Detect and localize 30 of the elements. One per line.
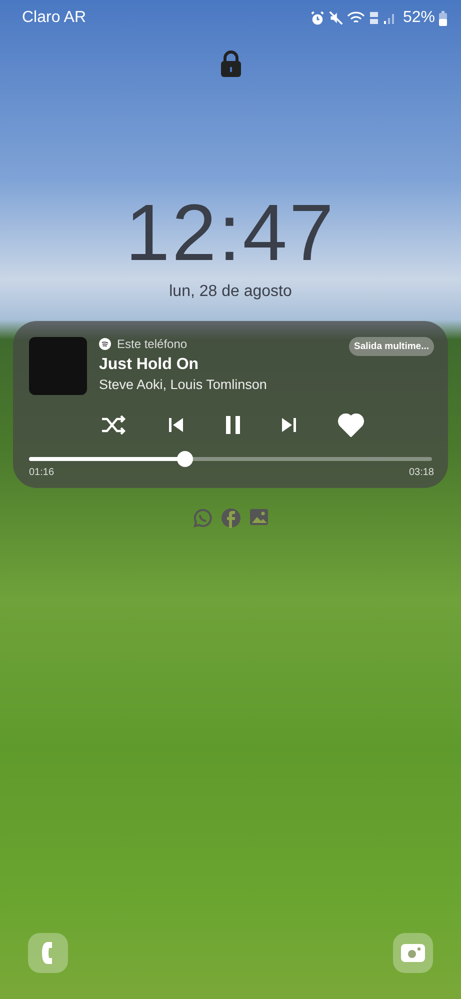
picture-icon: [248, 508, 268, 526]
alarm-icon: [310, 10, 325, 26]
mute-icon: [328, 11, 343, 25]
lock-icon: [220, 50, 242, 77]
phone-shortcut-button[interactable]: [28, 933, 68, 973]
clock-time: 12:47: [125, 193, 336, 273]
song-artist: Steve Aoki, Louis Tomlinson: [99, 377, 268, 392]
pause-icon[interactable]: [224, 416, 240, 434]
f-logo-icon: [220, 508, 240, 528]
battery-level: 52%: [402, 9, 435, 27]
next-icon[interactable]: [281, 417, 298, 433]
chat-bubble-icon: [192, 508, 212, 528]
music-app-icon: [99, 338, 111, 350]
clock-date: lun, 28 de agosto: [169, 283, 292, 301]
media-output-button[interactable]: Salida multime...: [349, 337, 434, 356]
progress-thumb[interactable]: [176, 451, 193, 467]
signal-icon: [382, 11, 397, 25]
playback-device: Este teléfono: [117, 337, 188, 351]
battery-icon: [439, 10, 447, 26]
song-title: Just Hold On: [99, 356, 200, 374]
shuffle-icon[interactable]: [101, 414, 127, 436]
album-art-placeholder: [29, 337, 87, 395]
wifi-icon: [346, 11, 365, 25]
camera-shortcut-button[interactable]: [393, 933, 433, 973]
elapsed-time: 01:16: [29, 467, 54, 478]
camera-icon: [401, 943, 425, 963]
previous-icon[interactable]: [168, 417, 184, 433]
heart-icon[interactable]: [338, 413, 364, 437]
carrier-name: Claro AR: [22, 9, 86, 27]
total-time: 03:18: [408, 467, 434, 478]
